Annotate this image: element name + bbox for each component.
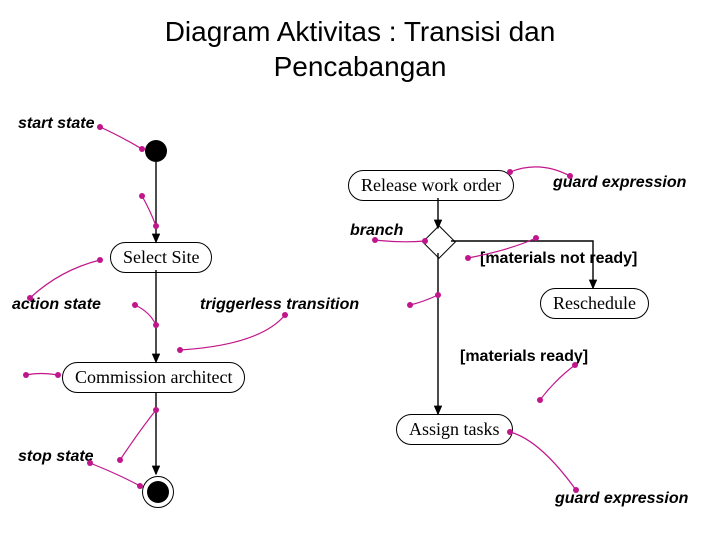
label-start-state: start state (18, 115, 94, 133)
activity-release-work-order: Release work order (348, 170, 514, 201)
activity-assign-tasks: Assign tasks (396, 414, 513, 445)
title-line-1: Diagram Aktivitas : Transisi dan (165, 16, 556, 47)
stop-state-inner (147, 481, 169, 503)
label-action-state: action state (12, 296, 101, 314)
activity-commission-architect: Commission architect (62, 362, 245, 393)
title-line-2: Pencabangan (274, 51, 447, 82)
label-guard-expression-top: guard expression (553, 174, 686, 192)
page-title: Diagram Aktivitas : Transisi dan Pencaba… (0, 0, 720, 84)
activity-reschedule: Reschedule (540, 288, 649, 319)
guard-materials-not-ready: [materials not ready] (480, 250, 637, 268)
stop-state-node (142, 476, 174, 508)
label-branch: branch (350, 222, 403, 240)
activity-select-site: Select Site (110, 242, 212, 273)
label-triggerless-transition: triggerless transition (200, 296, 359, 314)
decision-node (422, 225, 456, 259)
guard-materials-ready: [materials ready] (460, 348, 588, 366)
label-stop-state: stop state (18, 448, 94, 466)
start-state-node (145, 140, 167, 162)
label-guard-expression-bottom: guard expression (555, 490, 688, 508)
